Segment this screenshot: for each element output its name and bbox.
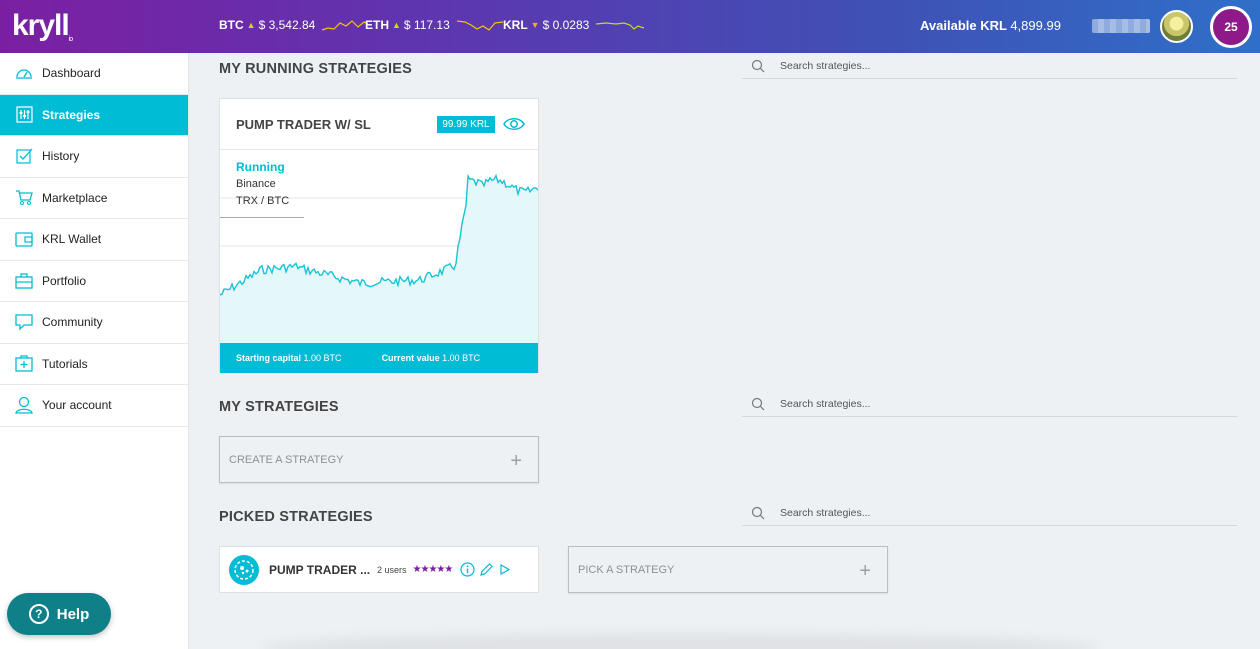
wallet-icon — [15, 230, 33, 248]
card-header: PUMP TRADER W/ SL 99.99 KRL — [220, 99, 538, 150]
picked-strategy-card[interactable]: PUMP TRADER ... 2 users ★★★★★ — [219, 546, 539, 593]
edit-icon[interactable] — [479, 562, 494, 577]
history-icon — [15, 147, 33, 165]
picked-strategy-name: PUMP TRADER ... — [269, 562, 371, 577]
up-arrow-icon: ▲ — [246, 20, 256, 30]
sidebar-item-your-account[interactable]: Your account — [0, 385, 188, 427]
ticker-btc: BTC ▲ $ 3,542.84 — [219, 18, 369, 32]
sidebar-item-label: Your account — [42, 398, 112, 413]
help-label: Help — [56, 605, 90, 623]
create-strategy-button[interactable]: CREATE A STRATEGY + — [219, 436, 539, 483]
search-input[interactable] — [780, 397, 1180, 410]
running-search[interactable] — [742, 53, 1237, 79]
pick-strategy-button[interactable]: PICK A STRATEGY + — [568, 546, 888, 593]
pick-strategy-label: PICK A STRATEGY — [578, 563, 675, 576]
user-icon — [15, 396, 33, 414]
dashboard-icon — [15, 64, 33, 82]
plus-icon: + — [510, 450, 522, 472]
notification-badge[interactable]: 25 — [1210, 6, 1252, 48]
strategy-name: PUMP TRADER W/ SL — [236, 116, 371, 132]
search-input[interactable] — [780, 59, 1180, 72]
picked-strategies-search[interactable] — [742, 500, 1237, 526]
plus-icon: + — [859, 560, 871, 582]
briefcase-icon — [15, 272, 33, 290]
avatar[interactable] — [1160, 10, 1193, 43]
create-strategy-label: CREATE A STRATEGY — [229, 453, 344, 466]
my-strategies-title: MY STRATEGIES — [219, 399, 339, 415]
info-icon[interactable] — [460, 562, 475, 577]
sidebar-item-portfolio[interactable]: Portfolio — [0, 261, 188, 302]
status-label: Running — [236, 160, 285, 174]
card-footer: Starting capital 1.00 BTC Current value … — [220, 343, 538, 373]
ticker-krl: KRL ▼ $ 0.0283 — [503, 18, 645, 32]
page-bottom-shadow — [260, 633, 1100, 649]
search-input[interactable] — [780, 506, 1180, 519]
current-value-label: Current value — [381, 353, 440, 363]
sidebar-item-label: KRL Wallet — [42, 232, 102, 247]
eye-icon[interactable] — [503, 116, 525, 132]
sidebar-item-history[interactable]: History — [0, 136, 188, 178]
tutorials-icon — [15, 355, 33, 373]
question-icon: ? — [28, 604, 49, 624]
current-value-value: 1.00 BTC — [442, 353, 481, 363]
up-arrow-icon: ▲ — [392, 20, 401, 30]
search-icon — [751, 397, 765, 410]
sidebar-item-tutorials[interactable]: Tutorials — [0, 344, 188, 385]
search-icon — [751, 506, 765, 519]
price-tag: 99.99 KRL — [437, 116, 495, 133]
starting-capital-value: 1.00 BTC — [303, 353, 342, 363]
kryll-logo[interactable]: kryllio — [12, 9, 73, 43]
exchange-label: Binance — [236, 178, 276, 190]
username-blurred[interactable] — [1092, 19, 1150, 33]
strategy-logo-icon — [229, 554, 259, 585]
divider — [220, 217, 304, 218]
pair-label: TRX / BTC — [236, 195, 290, 207]
sidebar-item-label: History — [42, 149, 80, 164]
search-icon — [751, 59, 765, 72]
sidebar-item-label: Strategies — [42, 107, 101, 122]
down-arrow-icon: ▼ — [530, 20, 540, 30]
star-rating: ★★★★★ — [412, 564, 454, 575]
btc-sparkline — [322, 20, 369, 31]
my-strategies-search[interactable] — [742, 391, 1237, 417]
top-bar: kryllio BTC ▲ $ 3,542.84 ETH ▲ $ 117.13 KRL ▼… — [0, 0, 1260, 53]
sidebar-item-strategies[interactable]: Strategies — [0, 94, 188, 136]
starting-capital-label: Starting capital — [236, 353, 302, 363]
strategy-info: Running Binance TRX / BTC — [236, 159, 289, 210]
krl-sparkline — [596, 22, 645, 30]
sidebar-item-dashboard[interactable]: Dashboard — [0, 53, 188, 95]
sidebar-item-marketplace[interactable]: Marketplace — [0, 178, 188, 219]
help-button[interactable]: ? Help — [7, 593, 111, 635]
running-strategy-card[interactable]: PUMP TRADER W/ SL 99.99 KRL Running Bina… — [219, 98, 539, 373]
picked-strategies-title: PICKED STRATEGIES — [219, 509, 373, 525]
user-count: 2 users — [377, 564, 407, 575]
ticker-eth: ETH ▲ $ 117.13 — [365, 18, 503, 32]
cart-icon — [15, 189, 33, 207]
chat-icon — [15, 313, 33, 331]
sidebar-item-krl-wallet[interactable]: KRL Wallet — [0, 219, 188, 261]
play-icon[interactable] — [498, 563, 511, 576]
sidebar-item-label: Dashboard — [42, 66, 101, 81]
sidebar: Dashboard Strategies History Marketplace… — [0, 53, 189, 649]
sidebar-item-label: Tutorials — [42, 356, 88, 371]
sidebar-item-label: Community — [42, 315, 103, 330]
eth-sparkline — [456, 20, 503, 31]
sidebar-item-label: Portfolio — [42, 273, 87, 288]
strategies-icon — [15, 106, 33, 124]
running-strategies-title: MY RUNNING STRATEGIES — [219, 61, 412, 77]
sidebar-item-community[interactable]: Community — [0, 302, 188, 344]
sidebar-item-label: Marketplace — [42, 190, 108, 205]
available-krl: Available KRL 4,899.99 — [920, 18, 1061, 33]
